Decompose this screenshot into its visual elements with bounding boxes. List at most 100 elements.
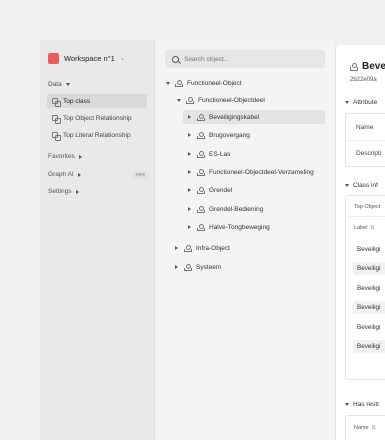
tree-node-grendel[interactable]: Grendel <box>187 183 232 197</box>
search-input[interactable] <box>184 55 314 63</box>
caret-right-icon[interactable] <box>175 246 178 250</box>
page-title: Beve <box>350 61 385 72</box>
data-section-toggle[interactable]: Data <box>48 81 70 88</box>
caret-down-icon <box>65 83 70 86</box>
workspace-name: Workspace n°1 <box>64 53 115 63</box>
section-label: Class inf <box>353 182 378 189</box>
table-row[interactable]: Beveiligi <box>353 321 385 334</box>
table-row[interactable]: Beveiligi <box>353 262 385 275</box>
table-row[interactable]: Beveiligi <box>353 282 385 295</box>
class-icon <box>175 79 183 87</box>
class-icon <box>197 168 205 176</box>
tree-node-label: Brugovergang <box>209 131 250 139</box>
tree-node-beveiligingskabel[interactable]: Beveiligingskabel <box>183 110 325 124</box>
caret-down-icon <box>345 403 349 406</box>
section-label: Has restr <box>353 401 380 408</box>
sidebar-item-label: Top Literal Relationship <box>63 131 131 139</box>
tree-node-label: Systeem <box>196 263 222 271</box>
sidebar-item-label: Top Object Relationship <box>63 114 132 122</box>
sidebar-item-top-literal-relationship[interactable]: Top Literal Relationship <box>47 128 147 142</box>
caret-down-icon[interactable] <box>176 98 181 102</box>
object-tree-panel: Functioneel-Object Functioneel-Objectdee… <box>155 40 335 440</box>
caret-down-icon <box>345 184 349 187</box>
class-icon <box>197 113 205 121</box>
class-info-section-toggle[interactable]: Class inf <box>345 182 378 189</box>
sidebar-item-label: Top class <box>63 97 91 105</box>
tree-node-grendel-bediening[interactable]: Grendel-Bediening <box>187 202 263 216</box>
divider <box>346 216 385 217</box>
sidebar: Workspace n°1 ⌄ Data Top class Top Objec… <box>40 40 155 440</box>
class-icon <box>197 150 205 158</box>
tree-node-label: Functioneel-Objectdeel <box>198 96 265 104</box>
label-column-header[interactable]: Label ⇅ <box>354 225 375 231</box>
sidebar-item-top-object-relationship[interactable]: Top Object Relationship <box>47 111 147 125</box>
class-icon <box>52 97 61 107</box>
caret-right-icon[interactable] <box>188 152 191 156</box>
graph-ai-section-toggle[interactable]: Graph AI new <box>48 170 148 179</box>
table-row[interactable]: Beveiligi <box>353 243 385 256</box>
attributes-section-toggle[interactable]: Attribute <box>345 99 377 106</box>
class-icon <box>197 223 205 231</box>
graph-ai-label: Graph AI <box>48 171 74 178</box>
tree-node-functioneel-objectdeel[interactable]: Functioneel-Objectdeel <box>176 93 265 107</box>
tree-node-functioneel-objectdeel-verzameling[interactable]: Functioneel-Objectdeel-Verzameling <box>187 165 314 179</box>
tree-node-label: Grendel <box>209 186 233 194</box>
workspace-switcher[interactable]: Workspace n°1 ⌄ <box>48 51 125 65</box>
column-header-text: Name <box>354 425 369 431</box>
caret-right-icon <box>77 172 81 177</box>
top-object-label: Top Object <box>354 204 381 210</box>
relationship-icon <box>52 114 61 124</box>
restrictions-section-toggle[interactable]: Has restr <box>345 401 379 408</box>
tree-node-functioneel-object[interactable]: Functioneel-Object <box>165 76 242 90</box>
class-icon <box>197 131 205 139</box>
chevron-down-icon: ⌄ <box>119 55 125 62</box>
class-icon <box>184 263 192 271</box>
caret-down-icon[interactable] <box>165 81 170 85</box>
class-icon <box>197 186 205 194</box>
caret-right-icon[interactable] <box>188 133 191 137</box>
tree-node-label: Functioneel-Object <box>187 79 242 87</box>
tree-node-halve-tongbeweging[interactable]: Halve-Tongbeweging <box>187 220 270 234</box>
caret-right-icon[interactable] <box>188 207 191 211</box>
table-row[interactable]: Beveiligi <box>353 340 385 353</box>
page-title-text: Beve <box>362 61 385 72</box>
class-icon <box>184 244 192 252</box>
tree-node-es-las[interactable]: ES-Las <box>187 147 230 161</box>
caret-right-icon[interactable] <box>175 265 178 269</box>
tree-node-label: Beveiligingskabel <box>209 113 260 121</box>
new-badge: new <box>132 170 148 179</box>
tree-node-systeem[interactable]: Systeem <box>174 260 221 274</box>
table-row[interactable]: Beveiligi <box>353 301 385 314</box>
tree-node-infra-object[interactable]: Infra-Object <box>174 241 230 255</box>
name-column-header[interactable]: Name ⇅ <box>354 425 376 431</box>
caret-right-icon[interactable] <box>188 115 191 119</box>
settings-label: Settings <box>48 188 72 195</box>
sidebar-item-top-class[interactable]: Top class <box>47 94 147 108</box>
settings-section-toggle[interactable]: Settings <box>48 188 79 195</box>
caret-right-icon <box>78 154 82 159</box>
class-icon <box>186 96 194 104</box>
sort-icon: ⇅ <box>371 425 376 431</box>
tree-node-label: ES-Las <box>209 150 231 158</box>
class-icon <box>350 63 358 71</box>
search-icon <box>172 55 179 63</box>
caret-right-icon <box>75 189 79 194</box>
caret-right-icon[interactable] <box>188 170 191 174</box>
attributes-card: Name Descripti <box>345 113 385 167</box>
column-header-text: Label <box>354 225 368 231</box>
class-info-card: Top Object Label ⇅ Beveiligi Beveiligi B… <box>345 195 385 380</box>
workspace-logo-icon <box>48 52 59 64</box>
caret-right-icon[interactable] <box>188 225 191 229</box>
data-section-label: Data <box>48 81 62 88</box>
tree-node-brugovergang[interactable]: Brugovergang <box>187 128 250 142</box>
caret-right-icon[interactable] <box>188 188 191 192</box>
detail-panel: Beve 2b22e09a Attribute Name Descripti C… <box>335 45 385 440</box>
sort-icon: ⇅ <box>370 225 375 231</box>
class-icon <box>197 205 205 213</box>
tree-node-label: Functioneel-Objectdeel-Verzameling <box>209 168 314 176</box>
tree-node-label: Infra-Object <box>196 244 230 252</box>
search-box[interactable] <box>165 50 325 68</box>
tree-node-label: Halve-Tongbeweging <box>209 223 270 231</box>
divider <box>346 140 385 141</box>
favorites-section-toggle[interactable]: Favorites <box>48 153 82 160</box>
